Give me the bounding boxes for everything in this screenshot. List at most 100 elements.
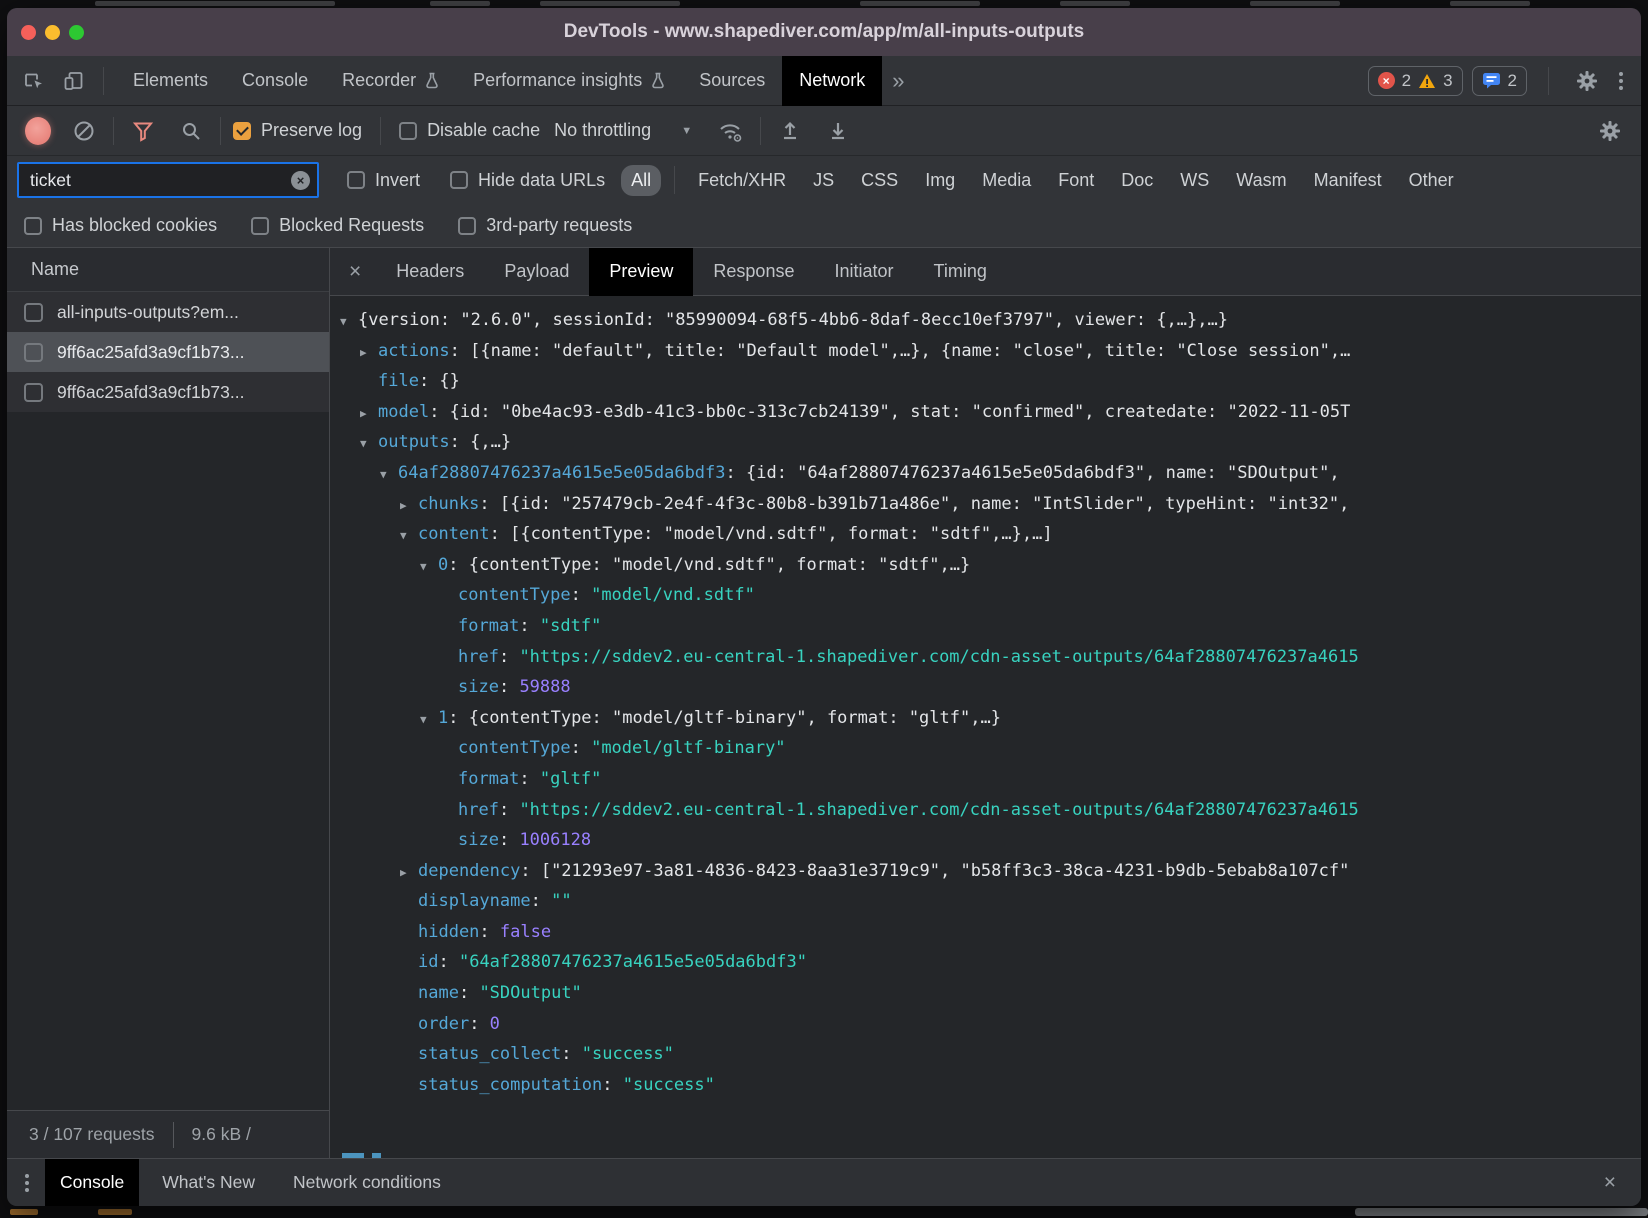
export-har-icon[interactable] bbox=[821, 114, 855, 148]
tab-recorder[interactable]: Recorder bbox=[325, 56, 456, 106]
detail-tab-timing[interactable]: Timing bbox=[914, 248, 1007, 296]
drawer-menu-kebab-icon[interactable] bbox=[19, 1174, 35, 1192]
tree-collapsed-icon[interactable]: ▶ bbox=[400, 858, 418, 887]
json-tree-line[interactable]: contentType: "model/vnd.sdtf" bbox=[330, 580, 1641, 611]
json-tree-line[interactable]: ▶model: {id: "0be4ac93-e3db-41c3-bb0c-31… bbox=[330, 397, 1641, 428]
json-tree-line[interactable]: ▼0: {contentType: "model/vnd.sdtf", form… bbox=[330, 550, 1641, 581]
request-checkbox[interactable] bbox=[24, 383, 43, 402]
type-filter-manifest[interactable]: Manifest bbox=[1304, 165, 1392, 196]
inspect-element-icon[interactable] bbox=[17, 64, 51, 98]
drawer-tab-network-conditions[interactable]: Network conditions bbox=[278, 1159, 456, 1207]
type-filter-all[interactable]: All bbox=[621, 165, 661, 196]
json-tree-line[interactable]: format: "gltf" bbox=[330, 764, 1641, 795]
detail-tab-response[interactable]: Response bbox=[693, 248, 814, 296]
json-tree-line[interactable]: format: "sdtf" bbox=[330, 611, 1641, 642]
json-tree-line[interactable]: contentType: "model/gltf-binary" bbox=[330, 733, 1641, 764]
json-tree-line[interactable]: displayname: "" bbox=[330, 886, 1641, 917]
detail-tab-payload[interactable]: Payload bbox=[484, 248, 589, 296]
json-number-value: 59888 bbox=[519, 677, 570, 697]
network-conditions-icon[interactable] bbox=[714, 114, 748, 148]
type-filter-img[interactable]: Img bbox=[915, 165, 965, 196]
import-har-icon[interactable] bbox=[773, 114, 807, 148]
detail-tab-headers[interactable]: Headers bbox=[376, 248, 484, 296]
filter-input[interactable]: ticket × bbox=[17, 162, 319, 198]
type-filter-css[interactable]: CSS bbox=[851, 165, 908, 196]
json-tree-line[interactable]: id: "64af28807476237a4615e5e05da6bdf3" bbox=[330, 947, 1641, 978]
tab-elements[interactable]: Elements bbox=[116, 56, 225, 106]
type-filter-other[interactable]: Other bbox=[1399, 165, 1464, 196]
json-tree-line[interactable]: hidden: false bbox=[330, 917, 1641, 948]
type-filter-font[interactable]: Font bbox=[1048, 165, 1104, 196]
json-tree-line[interactable]: ▼content: [{contentType: "model/vnd.sdtf… bbox=[330, 519, 1641, 550]
requests-column-header[interactable]: Name bbox=[7, 248, 329, 292]
json-tree-line[interactable]: ▶dependency: ["21293e97-3a81-4836-8423-8… bbox=[330, 856, 1641, 887]
json-tree-line[interactable]: status_collect: "success" bbox=[330, 1039, 1641, 1070]
request-row[interactable]: all-inputs-outputs?em... bbox=[7, 292, 329, 332]
json-tree-line[interactable]: order: 0 bbox=[330, 1009, 1641, 1040]
json-tree-line[interactable]: name: "SDOutput" bbox=[330, 978, 1641, 1009]
type-filter-wasm[interactable]: Wasm bbox=[1226, 165, 1296, 196]
settings-gear-icon[interactable] bbox=[1570, 64, 1604, 98]
type-filter-doc[interactable]: Doc bbox=[1111, 165, 1163, 196]
3rd-party-requests-checkbox[interactable] bbox=[458, 217, 476, 235]
issues-badge[interactable]: 2 bbox=[1472, 66, 1527, 96]
json-tree-line[interactable]: file: {} bbox=[330, 366, 1641, 397]
request-checkbox[interactable] bbox=[24, 343, 43, 362]
json-tree-line[interactable]: ▼{version: "2.6.0", sessionId: "85990094… bbox=[330, 305, 1641, 336]
request-row[interactable]: 9ff6ac25afd3a9cf1b73... bbox=[7, 332, 329, 372]
device-toolbar-icon[interactable] bbox=[57, 64, 91, 98]
json-tree-line[interactable]: href: "https://sddev2.eu-central-1.shape… bbox=[330, 642, 1641, 673]
type-filter-media[interactable]: Media bbox=[972, 165, 1041, 196]
network-settings-gear-icon[interactable] bbox=[1593, 114, 1627, 148]
json-tree-line[interactable]: ▶actions: [{name: "default", title: "Def… bbox=[330, 336, 1641, 367]
record-network-log-button[interactable] bbox=[25, 117, 51, 145]
search-icon[interactable] bbox=[174, 114, 208, 148]
json-tree-line[interactable]: ▼64af28807476237a4615e5e05da6bdf3: {id: … bbox=[330, 458, 1641, 489]
more-tabs-button[interactable]: » bbox=[882, 68, 914, 94]
type-filter-js[interactable]: JS bbox=[803, 165, 844, 196]
type-filter-fetch-xhr[interactable]: Fetch/XHR bbox=[688, 165, 796, 196]
tree-expanded-icon[interactable]: ▼ bbox=[420, 552, 438, 581]
has-blocked-cookies-checkbox[interactable] bbox=[24, 217, 42, 235]
type-filter-ws[interactable]: WS bbox=[1170, 165, 1219, 196]
tree-expanded-icon[interactable]: ▼ bbox=[420, 705, 438, 734]
json-tree-line[interactable]: ▼1: {contentType: "model/gltf-binary", f… bbox=[330, 703, 1641, 734]
blocked-requests-checkbox[interactable] bbox=[251, 217, 269, 235]
tree-expanded-icon[interactable]: ▼ bbox=[400, 521, 418, 550]
request-checkbox[interactable] bbox=[24, 303, 43, 322]
detail-tab-initiator[interactable]: Initiator bbox=[814, 248, 913, 296]
disable-cache-checkbox[interactable] bbox=[399, 122, 417, 140]
request-row[interactable]: 9ff6ac25afd3a9cf1b73... bbox=[7, 372, 329, 412]
json-string-value: "model/gltf-binary" bbox=[591, 738, 785, 758]
detail-tab-preview[interactable]: Preview bbox=[589, 248, 693, 296]
tree-expanded-icon[interactable]: ▼ bbox=[360, 429, 378, 458]
tree-collapsed-icon[interactable]: ▶ bbox=[360, 338, 378, 367]
json-tree-line[interactable]: size: 59888 bbox=[330, 672, 1641, 703]
tab-sources[interactable]: Sources bbox=[682, 56, 782, 106]
tree-collapsed-icon[interactable]: ▶ bbox=[360, 399, 378, 428]
clear-filter-icon[interactable]: × bbox=[291, 171, 310, 190]
hide-data-urls-checkbox[interactable] bbox=[450, 171, 468, 189]
json-tree-line[interactable]: href: "https://sddev2.eu-central-1.shape… bbox=[330, 795, 1641, 826]
json-tree-line[interactable]: status_computation: "success" bbox=[330, 1070, 1641, 1101]
errors-warnings-badge[interactable]: × 2 3 bbox=[1368, 66, 1463, 96]
tree-expanded-icon[interactable]: ▼ bbox=[340, 307, 358, 336]
drawer-tab-what-s-new[interactable]: What's New bbox=[147, 1159, 270, 1207]
main-menu-kebab-icon[interactable] bbox=[1613, 72, 1629, 90]
clear-network-log-icon[interactable] bbox=[67, 114, 101, 148]
filter-icon[interactable] bbox=[126, 114, 160, 148]
tree-collapsed-icon[interactable]: ▶ bbox=[400, 491, 418, 520]
tab-performance-insights[interactable]: Performance insights bbox=[456, 56, 682, 106]
close-detail-icon[interactable]: × bbox=[330, 260, 376, 284]
json-tree-line[interactable]: ▼outputs: {,…} bbox=[330, 427, 1641, 458]
tab-network[interactable]: Network bbox=[782, 56, 882, 106]
drawer-tab-console[interactable]: Console bbox=[45, 1159, 139, 1207]
tab-console[interactable]: Console bbox=[225, 56, 325, 106]
close-drawer-icon[interactable]: × bbox=[1585, 1171, 1631, 1195]
json-tree-line[interactable]: size: 1006128 bbox=[330, 825, 1641, 856]
throttling-select[interactable]: No throttling bbox=[554, 120, 651, 141]
invert-checkbox[interactable] bbox=[347, 171, 365, 189]
json-tree-line[interactable]: ▶chunks: [{id: "257479cb-2e4f-4f3c-80b8-… bbox=[330, 489, 1641, 520]
preserve-log-checkbox[interactable] bbox=[233, 122, 251, 140]
tree-expanded-icon[interactable]: ▼ bbox=[380, 460, 398, 489]
